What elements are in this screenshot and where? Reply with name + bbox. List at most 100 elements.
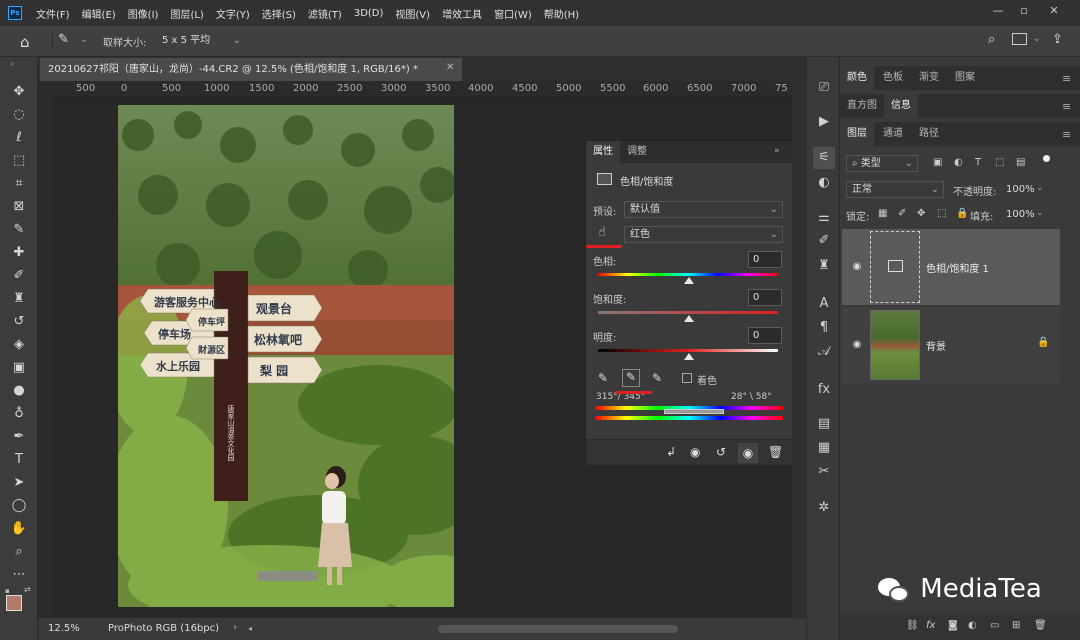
saturation-value-input[interactable]: 0 (748, 289, 782, 306)
pen-tool-icon[interactable]: ✒ (9, 427, 29, 447)
menu-layer[interactable]: 图层(L) (164, 6, 209, 21)
menu-view[interactable]: 视图(V) (389, 6, 436, 21)
brush-settings-icon[interactable]: ⚌ (813, 207, 835, 229)
add-mask-icon[interactable]: ◙ (948, 620, 958, 631)
menu-type[interactable]: 文字(Y) (210, 6, 256, 21)
styles-icon[interactable]: ◐ (813, 172, 835, 194)
hue-value-input[interactable]: 0 (748, 251, 782, 268)
channel-select[interactable]: 红色 ⌄ (624, 226, 783, 243)
eyedropper-minus-icon[interactable]: ✎ (652, 371, 662, 385)
new-group-icon[interactable]: ▭ (990, 620, 999, 631)
tab-swatches[interactable]: 色板 (876, 66, 910, 90)
lightness-slider-track[interactable] (598, 349, 778, 352)
vertical-scrollbar[interactable] (792, 81, 806, 617)
filter-adjustment-icon[interactable]: ◐ (954, 157, 963, 168)
frame-tool-icon[interactable]: ⊠ (9, 197, 29, 217)
clone-source-icon[interactable]: ♜ (813, 255, 835, 277)
crop-tool-icon[interactable]: ⌗ (9, 174, 29, 194)
history-brush-icon[interactable]: ↺ (9, 312, 29, 332)
filter-shape-icon[interactable]: ⬚ (995, 157, 1004, 168)
history-icon[interactable]: ⎚ (813, 77, 835, 99)
filter-toggle-icon[interactable] (1043, 155, 1050, 162)
comments-icon[interactable]: ▦ (813, 437, 835, 459)
object-select-tool-icon[interactable]: ⬚ (9, 151, 29, 171)
home-icon[interactable]: ⌂ (20, 33, 30, 51)
menu-select[interactable]: 选择(S) (256, 6, 302, 21)
eyedropper-tool-icon[interactable]: ✎ (58, 32, 69, 47)
menu-3d[interactable]: 3D(D) (348, 8, 390, 19)
horizontal-scrollbar[interactable] (438, 625, 678, 633)
panel-menu-icon[interactable]: ≡ (1062, 128, 1071, 141)
menu-file[interactable]: 文件(F) (30, 6, 76, 21)
adjustments-icon[interactable]: ⚟ (813, 147, 835, 169)
collapse-arrows-icon[interactable]: » (10, 59, 15, 68)
chevron-down-icon[interactable]: ⌄ (1036, 208, 1044, 218)
hue-slider-thumb[interactable] (684, 277, 694, 284)
layer-name[interactable]: 背景 (926, 338, 946, 353)
share-icon[interactable]: ⇪ (1052, 32, 1063, 47)
lock-artboard-icon[interactable]: ⬚ (937, 208, 946, 219)
tool-preset-chevron-icon[interactable]: ⌄ (80, 35, 88, 45)
eyedropper-icon[interactable]: ✎ (9, 220, 29, 240)
saturation-slider-thumb[interactable] (684, 315, 694, 322)
path-select-icon[interactable]: ➤ (9, 473, 29, 493)
paragraph-icon[interactable]: ¶ (813, 317, 835, 339)
maximize-icon[interactable]: ▫ (1014, 4, 1034, 20)
hue-slider-track[interactable] (598, 273, 778, 276)
layer-row-background[interactable]: ◉ 背景 🔒 (842, 307, 1060, 383)
brushes-icon[interactable]: ✐ (813, 230, 835, 252)
marquee-tool-icon[interactable]: ◌ (9, 105, 29, 125)
type-tool-icon[interactable]: T (9, 450, 29, 470)
clone-stamp-icon[interactable]: ♜ (9, 289, 29, 309)
lasso-tool-icon[interactable]: ℓ (9, 128, 29, 148)
tab-gradients[interactable]: 渐变 (912, 66, 946, 90)
color-range-selector[interactable] (664, 409, 724, 414)
eyedropper-plus-icon[interactable]: ✎ (622, 369, 640, 387)
menu-plugins[interactable]: 增效工具 (436, 6, 488, 21)
visibility-eye-icon[interactable]: ◉ (738, 443, 758, 463)
character-icon[interactable]: A (813, 293, 835, 315)
foreground-color-swatch[interactable] (6, 595, 22, 611)
clip-to-layer-icon[interactable]: ↲ (666, 445, 676, 459)
filter-pixel-icon[interactable]: ▣ (933, 157, 942, 168)
collapse-panel-icon[interactable]: » (774, 146, 780, 156)
tools-icon[interactable]: ✂ (813, 461, 835, 483)
delete-layer-icon[interactable]: 🗑 (1034, 620, 1047, 631)
menu-filter[interactable]: 滤镜(T) (302, 6, 348, 21)
document-tab[interactable]: 20210627祁阳（唐家山，龙尚）-44.CR2 @ 12.5% (色相/饱和… (40, 58, 462, 81)
chevron-down-icon[interactable]: ⌄ (1036, 183, 1044, 193)
eraser-tool-icon[interactable]: ◈ (9, 335, 29, 355)
targeted-adjustment-hand-icon[interactable]: ☝ (598, 225, 606, 240)
zoom-tool-icon[interactable]: ⌕ (9, 542, 29, 562)
notes-icon[interactable]: ▤ (813, 413, 835, 435)
search-icon[interactable]: ⌕ (988, 32, 995, 47)
move-tool-icon[interactable]: ✥ (9, 82, 29, 102)
scroll-left-icon[interactable]: ◂ (248, 624, 252, 633)
brush-tool-icon[interactable]: ✐ (9, 266, 29, 286)
tab-color[interactable]: 颜色 (840, 66, 874, 90)
new-layer-icon[interactable]: ⊞ (1012, 620, 1020, 631)
filter-type-icon[interactable]: T (975, 157, 981, 168)
zoom-level[interactable]: 12.5% (48, 623, 80, 634)
layer-thumbnail[interactable] (870, 310, 920, 380)
layer-row-hue-saturation[interactable]: ◉ 色相/饱和度 1 (842, 229, 1060, 305)
blur-tool-icon[interactable]: ● (9, 381, 29, 401)
lock-position-icon[interactable]: ✥ (917, 208, 925, 219)
default-colors-icon[interactable]: ▪ (5, 587, 10, 595)
3d-icon[interactable]: ✲ (813, 497, 835, 519)
dodge-tool-icon[interactable]: ♁ (9, 404, 29, 424)
filter-smart-object-icon[interactable]: ▤ (1016, 157, 1025, 168)
eyedropper-icon[interactable]: ✎ (598, 371, 608, 385)
colorize-checkbox[interactable] (682, 373, 692, 383)
tab-paths[interactable]: 路径 (912, 122, 946, 146)
saturation-slider-track[interactable] (598, 311, 778, 314)
menu-help[interactable]: 帮助(H) (538, 6, 585, 21)
fx-icon[interactable]: fx (926, 620, 935, 631)
reset-icon[interactable]: ↺ (716, 445, 726, 459)
tab-histogram[interactable]: 直方图 (840, 94, 884, 118)
lightness-slider-thumb[interactable] (684, 353, 694, 360)
layer-mask-thumbnail[interactable] (870, 231, 920, 303)
menu-image[interactable]: 图像(I) (122, 6, 165, 21)
menu-edit[interactable]: 编辑(E) (76, 6, 122, 21)
panel-menu-icon[interactable]: ≡ (1062, 72, 1071, 85)
